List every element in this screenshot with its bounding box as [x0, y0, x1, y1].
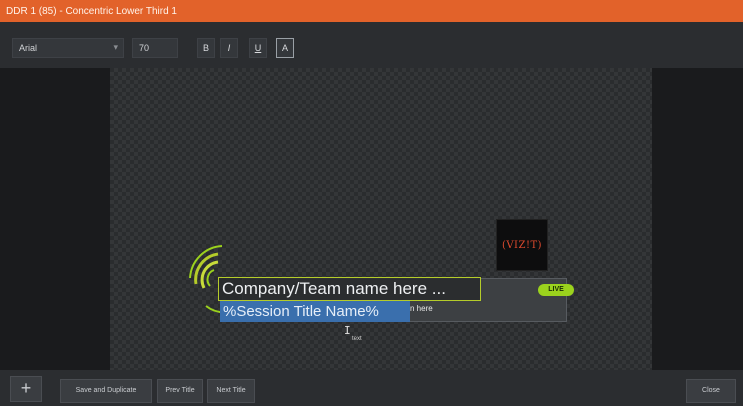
font-family-select[interactable]: Arial ▾: [12, 38, 124, 58]
save-and-duplicate-button[interactable]: Save and Duplicate: [60, 379, 152, 403]
text-cursor-icon: I: [344, 324, 351, 337]
italic-button[interactable]: I: [220, 38, 238, 58]
vizit-logo: (VIZ!T): [496, 219, 548, 271]
bottom-toolbar: + Save and Duplicate Prev Title Next Tit…: [0, 370, 743, 406]
font-size-input[interactable]: 70: [132, 38, 178, 58]
subtitle-text[interactable]: n here: [410, 304, 433, 313]
prev-title-button[interactable]: Prev Title: [157, 379, 203, 403]
next-title-button[interactable]: Next Title: [207, 379, 255, 403]
close-button[interactable]: Close: [686, 379, 736, 403]
logo-text: (VIZ!T): [501, 239, 543, 251]
font-family-value: Arial: [19, 43, 38, 53]
session-title-text-field[interactable]: %Session Title Name%: [220, 301, 410, 322]
live-badge: LIVE: [538, 284, 574, 296]
title-preview-canvas[interactable]: (VIZ!T) Company/Team name here ... LIVE …: [110, 68, 652, 370]
underline-button[interactable]: U: [249, 38, 267, 58]
text-toolbar: Arial ▾ 70 B I U A: [0, 22, 743, 69]
window-title: DDR 1 (85) - Concentric Lower Third 1: [6, 5, 177, 17]
outline-button[interactable]: A: [276, 38, 294, 58]
bold-button[interactable]: B: [197, 38, 215, 58]
chevron-down-icon: ▾: [113, 42, 118, 52]
left-side-panel: [0, 68, 110, 370]
company-name-text-field[interactable]: Company/Team name here ...: [218, 277, 481, 301]
cursor-label: text: [352, 336, 362, 342]
right-side-panel: [652, 68, 743, 370]
add-button[interactable]: +: [10, 376, 42, 402]
window-titlebar: DDR 1 (85) - Concentric Lower Third 1: [0, 0, 743, 22]
